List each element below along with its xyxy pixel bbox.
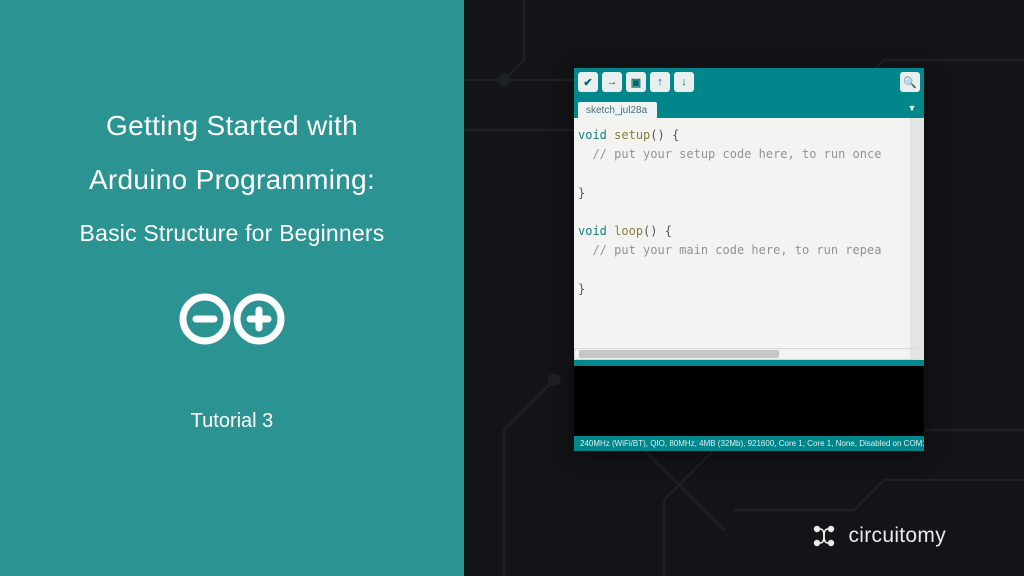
code-function: loop [614,224,643,238]
code-text: } [578,186,585,200]
tab-row: sketch_jul28a ▼ [574,96,924,118]
code-comment: // put your setup code here, to run once [578,147,881,161]
arduino-logo-icon [167,289,297,354]
code-text: () { [650,128,679,142]
verify-button[interactable]: ✔ [578,72,598,92]
file-icon: ▣ [631,76,641,89]
title-line-2: Arduino Programming: [80,164,385,196]
code-text: } [578,282,585,296]
tab-menu-button[interactable]: ▼ [904,101,920,115]
code-keyword: void [578,224,607,238]
brand-mark: circuitomy [810,522,946,550]
open-button[interactable]: ↑ [650,72,670,92]
code-keyword: void [578,128,607,142]
chevron-down-icon: ▼ [908,103,917,113]
right-panel: ✔ → ▣ ↑ ↓ 🔍 sketch_jul28a ▼ void setup()… [464,0,1024,576]
check-icon: ✔ [583,76,592,89]
search-icon: 🔍 [903,76,917,89]
tutorial-label: Tutorial 3 [191,410,274,433]
horizontal-scrollbar[interactable] [574,348,924,360]
title-line-1: Getting Started with [80,110,385,142]
sketch-tab[interactable]: sketch_jul28a [578,102,657,118]
arrow-right-icon: → [607,76,618,88]
brand-logo-icon [810,522,838,550]
serial-monitor-button[interactable]: 🔍 [900,72,920,92]
upload-button[interactable]: → [602,72,622,92]
status-bar: 240MHz (WiFi/BT), QIO, 80MHz, 4MB (32Mb)… [574,436,924,451]
arduino-ide-window: ✔ → ▣ ↑ ↓ 🔍 sketch_jul28a ▼ void setup()… [574,68,924,451]
code-function: setup [614,128,650,142]
ide-toolbar: ✔ → ▣ ↑ ↓ 🔍 [574,68,924,96]
code-comment: // put your main code here, to run repea [578,243,881,257]
arrow-down-icon: ↓ [681,76,687,88]
subtitle: Basic Structure for Beginners [80,220,385,247]
arrow-up-icon: ↑ [657,76,663,88]
brand-name: circuitomy [848,524,946,548]
code-text: () { [643,224,672,238]
code-editor[interactable]: void setup() { // put your setup code he… [574,118,924,348]
new-button[interactable]: ▣ [626,72,646,92]
save-button[interactable]: ↓ [674,72,694,92]
title-block: Getting Started with Arduino Programming… [80,110,385,247]
console-panel [574,366,924,436]
left-panel: Getting Started with Arduino Programming… [0,0,464,576]
scrollbar-thumb[interactable] [579,350,779,358]
